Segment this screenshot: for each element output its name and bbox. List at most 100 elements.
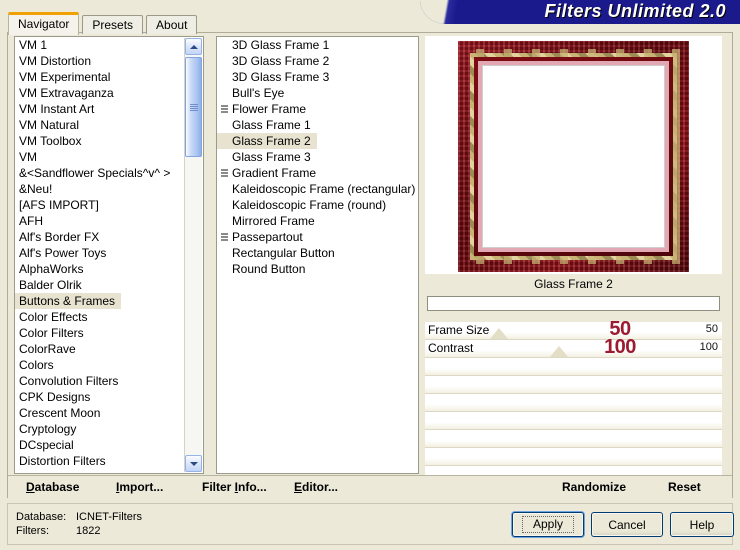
category-item-label: VM 1 — [19, 38, 48, 52]
category-item-label: AlphaWorks — [19, 262, 84, 276]
apply-button[interactable]: Apply — [512, 512, 584, 537]
slider-track — [425, 394, 722, 411]
filter-item[interactable]: Gradient Frame — [217, 165, 418, 181]
category-item-label: VM Toolbox — [19, 134, 82, 148]
filter-item-label: Glass Frame 3 — [232, 150, 311, 164]
category-item[interactable]: &Neu! — [15, 181, 203, 197]
slider-label: Contrast — [428, 341, 474, 355]
category-item[interactable]: Color Effects — [15, 309, 203, 325]
filter-item[interactable]: 3D Glass Frame 2 — [217, 53, 418, 69]
category-item[interactable]: Alf's Border FX — [15, 229, 203, 245]
slider-track — [425, 376, 722, 393]
category-item-label: VM Experimental — [19, 70, 111, 84]
category-item[interactable]: AlphaWorks — [15, 261, 203, 277]
category-item[interactable]: Buttons & Frames — [15, 293, 122, 309]
category-item[interactable]: &<Sandflower Specials^v^ > — [15, 165, 203, 181]
slider-area: Frame Size 50 50 Contrast 100 100 — [425, 318, 722, 484]
category-item-label: Crescent Moon — [19, 406, 101, 420]
filter-item[interactable]: Glass Frame 2 — [217, 133, 317, 149]
filter-item-label: Mirrored Frame — [232, 214, 315, 228]
slider-row-empty — [425, 376, 722, 394]
filter-item[interactable]: Glass Frame 1 — [217, 117, 418, 133]
preset-name-input[interactable] — [427, 296, 720, 311]
tab-navigator[interactable]: Navigator — [8, 12, 80, 35]
filter-item[interactable]: Passepartout — [217, 229, 418, 245]
slider-row[interactable]: Frame Size 50 50 — [425, 318, 722, 340]
filter-item[interactable]: Kaleidoscopic Frame (round) — [217, 197, 418, 213]
category-item[interactable]: [AFS IMPORT] — [15, 197, 203, 213]
randomize-button[interactable]: Randomize — [562, 480, 626, 494]
filter-item[interactable]: Rectangular Button — [217, 245, 418, 261]
thumb-grip-icon — [190, 104, 198, 111]
import-button[interactable]: Import... — [116, 480, 163, 494]
category-item[interactable]: VM 1 — [15, 37, 203, 53]
category-item-label: &<Sandflower Specials^v^ > — [19, 166, 171, 180]
category-item[interactable]: Color Filters — [15, 325, 203, 341]
filter-item-label: Glass Frame 1 — [232, 118, 311, 132]
filter-item-label: 3D Glass Frame 3 — [232, 70, 330, 84]
scroll-down-icon[interactable] — [185, 455, 202, 472]
filter-item[interactable]: 3D Glass Frame 1 — [217, 37, 418, 53]
category-item-label: Color Effects — [19, 310, 88, 324]
category-item-label: ColorRave — [19, 342, 76, 356]
category-item[interactable]: Crescent Moon — [15, 405, 203, 421]
preview-panel[interactable] — [425, 36, 722, 274]
slider-row-empty — [425, 448, 722, 466]
category-item[interactable]: VM — [15, 149, 203, 165]
reset-button[interactable]: Reset — [668, 480, 701, 494]
category-item[interactable]: Cryptology — [15, 421, 203, 437]
category-item-label: &Neu! — [19, 182, 53, 196]
controls-panel: Glass Frame 2 Frame Size 50 50 Contrast 100 1… — [425, 274, 722, 484]
category-item[interactable]: Distortion Filters — [15, 453, 203, 469]
filter-item[interactable]: Flower Frame — [217, 101, 418, 117]
slider-row-empty — [425, 394, 722, 412]
filter-list[interactable]: 3D Glass Frame 1 3D Glass Frame 2 3D Glass… — [216, 36, 419, 474]
editor-button[interactable]: Editor... — [294, 480, 338, 494]
category-item[interactable]: Colors — [15, 357, 203, 373]
filters-unlimited-window: Filters Unlimited 2.0 Navigator Presets … — [0, 0, 740, 550]
filter-item[interactable]: Round Button — [217, 261, 418, 277]
category-item-label: Buttons & Frames — [19, 294, 116, 308]
category-item[interactable]: VM Instant Art — [15, 101, 203, 117]
category-item[interactable]: CPK Designs — [15, 389, 203, 405]
category-item[interactable]: ColorRave — [15, 341, 203, 357]
filter-item[interactable]: Kaleidoscopic Frame (rectangular) — [217, 181, 418, 197]
slider-handle[interactable] — [490, 328, 509, 339]
filter-item[interactable]: Glass Frame 3 — [217, 149, 418, 165]
category-scrollbar[interactable] — [184, 38, 202, 472]
category-item[interactable]: VM Natural — [15, 117, 203, 133]
database-button[interactable]: Database — [26, 480, 79, 494]
scrollbar-thumb[interactable] — [185, 57, 202, 157]
slider-track — [425, 412, 722, 429]
category-item[interactable]: Convolution Filters — [15, 373, 203, 389]
preview-image — [458, 41, 689, 272]
slider-handle[interactable] — [549, 346, 568, 357]
slider-row[interactable]: Contrast 100 100 — [425, 336, 722, 358]
filter-item[interactable]: Mirrored Frame — [217, 213, 418, 229]
filter-item-label: Round Button — [232, 262, 306, 276]
tab-presets[interactable]: Presets — [82, 15, 144, 34]
slider-value-numeric: 50 — [705, 323, 718, 335]
database-label: Database: — [16, 511, 67, 523]
category-list[interactable]: VM 1 VM Distortion VM Experimental VM Extra… — [14, 36, 204, 474]
filter-info-button[interactable]: Filter Info... — [202, 480, 267, 494]
category-item[interactable]: VM Distortion — [15, 53, 203, 69]
category-item-label: AFH — [19, 214, 43, 228]
category-item[interactable]: VM Experimental — [15, 69, 203, 85]
category-item[interactable]: Balder Olrik — [15, 277, 203, 293]
help-button[interactable]: Help — [670, 512, 734, 537]
category-item[interactable]: AFH — [15, 213, 203, 229]
category-item[interactable]: VM Extravaganza — [15, 85, 203, 101]
category-item[interactable]: VM Toolbox — [15, 133, 203, 149]
category-item-label: VM Extravaganza — [19, 86, 114, 100]
scroll-up-icon[interactable] — [185, 38, 202, 55]
filter-item[interactable]: Bull's Eye — [217, 85, 418, 101]
category-item[interactable]: DCspecial — [15, 437, 203, 453]
category-item-label: Distortion Filters — [19, 454, 106, 468]
category-item-label: Alf's Power Toys — [19, 246, 107, 260]
cancel-button[interactable]: Cancel — [591, 512, 663, 537]
category-item[interactable]: Alf's Power Toys — [15, 245, 203, 261]
filter-item[interactable]: 3D Glass Frame 3 — [217, 69, 418, 85]
category-item-label: DCspecial — [19, 438, 74, 452]
tab-about[interactable]: About — [146, 15, 198, 34]
